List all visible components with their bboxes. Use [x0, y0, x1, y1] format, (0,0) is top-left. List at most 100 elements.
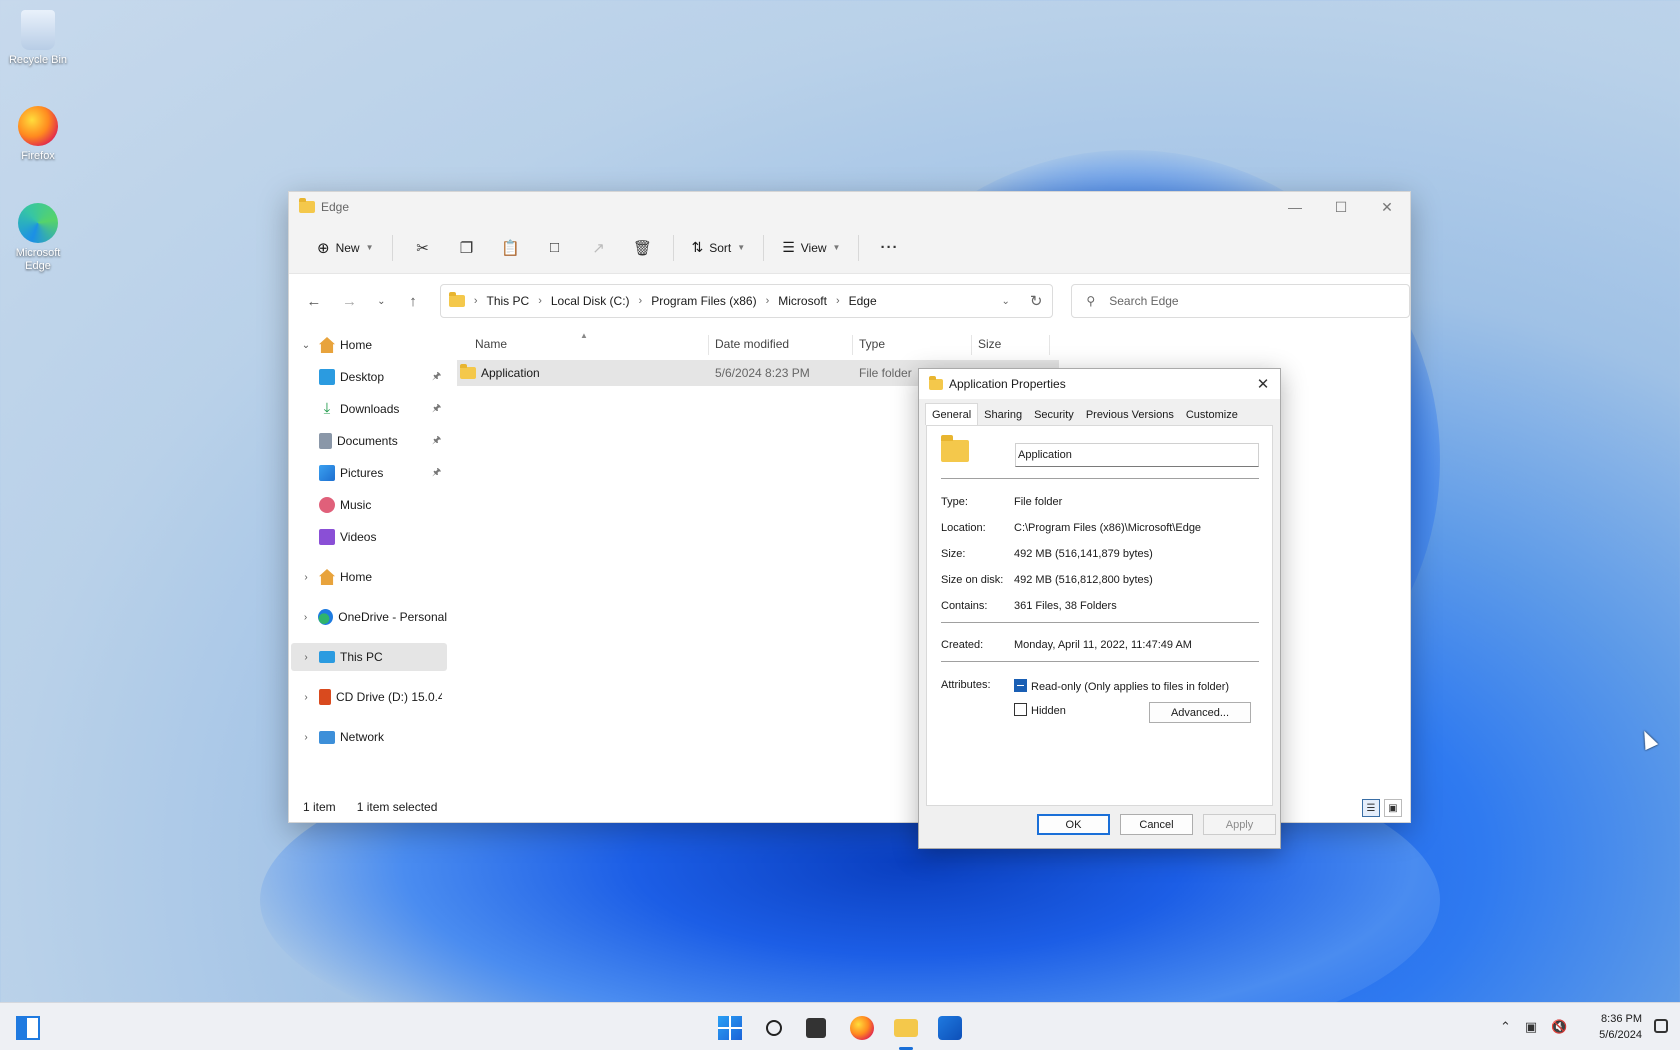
refresh-button[interactable]: ↻: [1030, 292, 1043, 310]
taskbar-clock[interactable]: 8:36 PM 5/6/2024: [1599, 1011, 1642, 1043]
recent-locations-button[interactable]: ⌄: [370, 286, 392, 316]
sort-icon: ⇅: [691, 239, 704, 255]
search-box[interactable]: ⚲: [1071, 284, 1410, 318]
nav-item-videos[interactable]: Videos: [289, 523, 447, 551]
desktop-icon-label: Firefox: [21, 150, 55, 162]
more-options-button[interactable]: ···: [869, 232, 909, 264]
details-view-button[interactable]: ☰: [1362, 799, 1380, 817]
breadcrumb-item[interactable]: This PC: [487, 294, 530, 308]
properties-dialog: Application Properties ✕ General Sharing…: [918, 368, 1281, 849]
tiles-view-button[interactable]: ▣: [1384, 799, 1402, 817]
folder-icon: [299, 198, 315, 213]
cancel-button[interactable]: Cancel: [1120, 814, 1193, 835]
desktop-icon-recycle-bin[interactable]: Recycle Bin: [2, 10, 74, 67]
desktop-icon-edge[interactable]: Microsoft Edge: [2, 203, 74, 273]
breadcrumb-item[interactable]: Local Disk (C:): [551, 294, 630, 308]
rename-button[interactable]: □: [535, 232, 575, 264]
nav-item-home[interactable]: ⌄ Home: [289, 331, 447, 359]
tab-previous-versions[interactable]: Previous Versions: [1080, 405, 1180, 425]
dialog-titlebar[interactable]: Application Properties ✕: [919, 369, 1280, 399]
nav-item-desktop[interactable]: Desktop 🖈: [289, 363, 447, 391]
share-icon: ↗: [592, 239, 605, 257]
breadcrumb-item[interactable]: Edge: [849, 294, 877, 308]
nav-item-network[interactable]: › Network: [289, 723, 447, 751]
nav-item-downloads[interactable]: ⤓ Downloads 🖈: [289, 395, 447, 423]
ok-button[interactable]: OK: [1037, 814, 1110, 835]
column-header-size[interactable]: Size: [978, 337, 1001, 351]
store-taskbar-button[interactable]: [938, 1016, 962, 1040]
address-bar[interactable]: › This PC › Local Disk (C:) › Program Fi…: [439, 284, 1054, 318]
chevron-up-icon[interactable]: ⌃: [1500, 1019, 1511, 1035]
column-divider: [708, 335, 709, 355]
checkbox-indeterminate[interactable]: [1014, 679, 1027, 692]
column-header-date[interactable]: Date modified: [715, 337, 789, 351]
breadcrumb-separator: ›: [638, 295, 643, 307]
volume-mute-icon[interactable]: 🔇: [1551, 1019, 1567, 1035]
hidden-checkbox[interactable]: Hidden: [1014, 703, 1066, 717]
nav-item-onedrive[interactable]: › OneDrive - Personal: [289, 603, 447, 631]
column-header-name[interactable]: Name: [475, 337, 507, 351]
property-value: File folder: [1014, 496, 1063, 508]
nav-item-documents[interactable]: Documents 🖈: [289, 427, 447, 455]
nav-item-label: Downloads: [340, 402, 400, 416]
maximize-button[interactable]: ☐: [1318, 192, 1364, 222]
apply-button[interactable]: Apply: [1203, 814, 1276, 835]
column-header-type[interactable]: Type: [859, 337, 885, 351]
nav-item-pictures[interactable]: Pictures 🖈: [289, 459, 447, 487]
navigation-pane: ⌄ Home Desktop 🖈 ⤓ Downloads 🖈 Documents…: [289, 329, 447, 792]
start-button[interactable]: [718, 1016, 742, 1040]
desktop-icon-firefox[interactable]: Firefox: [2, 106, 74, 163]
nav-item-home-root[interactable]: › Home: [289, 563, 447, 591]
copy-button[interactable]: ❐: [447, 232, 487, 264]
checkbox[interactable]: [1014, 703, 1027, 716]
widgets-button[interactable]: [16, 1016, 40, 1040]
share-button[interactable]: ↗: [579, 232, 619, 264]
chevron-down-icon: ▼: [737, 243, 746, 252]
search-button[interactable]: [762, 1016, 786, 1040]
address-dropdown-button[interactable]: ⌄: [1001, 296, 1009, 307]
cut-button[interactable]: ✂: [403, 232, 443, 264]
notification-icon[interactable]: [1654, 1019, 1668, 1033]
tab-customize[interactable]: Customize: [1180, 405, 1244, 425]
general-panel: Type: File folder Location: C:\Program F…: [926, 425, 1273, 806]
file-explorer-taskbar-button[interactable]: [894, 1019, 918, 1037]
readonly-checkbox[interactable]: Read-only (Only applies to files in fold…: [1014, 679, 1229, 693]
property-label: Attributes:: [941, 679, 991, 691]
tab-sharing[interactable]: Sharing: [978, 405, 1028, 425]
folder-name-input[interactable]: [1015, 443, 1259, 467]
nav-item-cd-drive[interactable]: › CD Drive (D:) 15.0.45: [289, 683, 447, 711]
folder-icon: [448, 292, 465, 307]
network-icon[interactable]: ▣: [1525, 1019, 1537, 1035]
view-button[interactable]: ☰ View ▼: [774, 232, 848, 264]
tab-general[interactable]: General: [925, 403, 979, 425]
search-icon: ⚲: [1086, 294, 1096, 308]
paste-button[interactable]: 📋: [491, 232, 531, 264]
close-button[interactable]: ✕: [1364, 192, 1410, 222]
property-label: Size:: [941, 548, 966, 560]
advanced-button[interactable]: Advanced...: [1149, 702, 1251, 723]
file-name: Application: [481, 366, 540, 380]
tab-security[interactable]: Security: [1028, 405, 1080, 425]
nav-item-label: Home: [340, 338, 373, 352]
toolbar-divider: [858, 234, 860, 261]
search-icon: [766, 1020, 782, 1036]
breadcrumb-item[interactable]: Program Files (x86): [651, 294, 756, 308]
task-view-button[interactable]: [806, 1018, 826, 1038]
up-button[interactable]: ↑: [398, 286, 428, 316]
taskbar: ⌃ ▣ 🔇 8:36 PM 5/6/2024: [0, 1002, 1680, 1050]
delete-button[interactable]: 🗑: [623, 232, 663, 264]
explorer-titlebar[interactable]: Edge — ☐ ✕: [289, 192, 1410, 222]
dialog-close-button[interactable]: ✕: [1246, 375, 1280, 393]
forward-button[interactable]: →: [335, 286, 365, 316]
nav-item-music[interactable]: Music: [289, 491, 447, 519]
back-button[interactable]: ←: [299, 286, 329, 316]
minimize-button[interactable]: —: [1272, 192, 1318, 222]
breadcrumb-item[interactable]: Microsoft: [778, 294, 827, 308]
sort-button[interactable]: ⇅ Sort ▼: [684, 232, 754, 264]
sort-label: Sort: [709, 240, 732, 255]
firefox-taskbar-button[interactable]: [850, 1016, 874, 1040]
new-button[interactable]: ⊕ New ▼: [309, 232, 382, 264]
scissors-icon: ✂: [416, 239, 429, 257]
search-input[interactable]: [1109, 294, 1390, 308]
nav-item-this-pc[interactable]: › This PC: [291, 643, 447, 671]
